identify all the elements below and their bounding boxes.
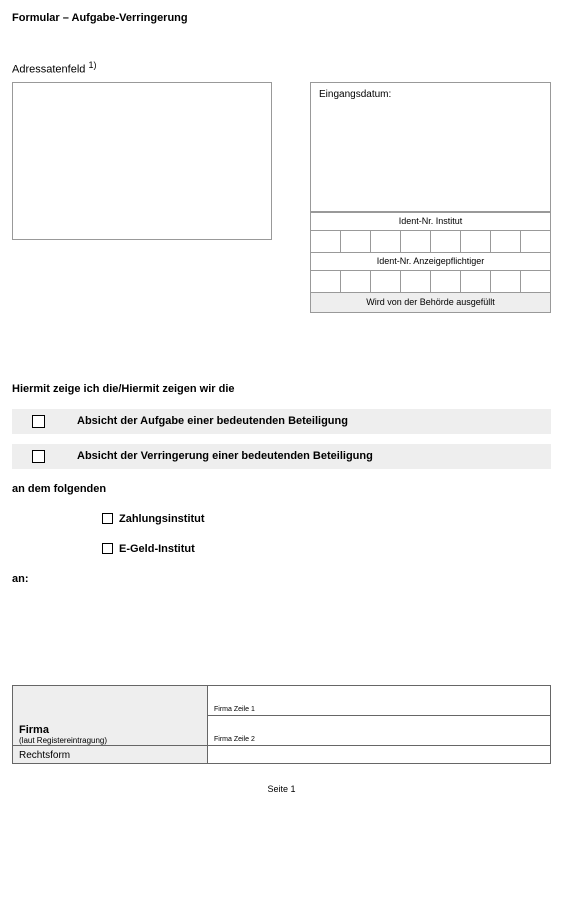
firma-zeile2-hint: Firma Zeile 2 [214,736,255,743]
ident-institut-header: Ident-Nr. Institut [311,212,551,230]
receipt-date-label: Eingangsdatum: [319,89,391,100]
ident-cell[interactable] [371,230,401,252]
addressee-footnote: 1) [88,60,96,70]
ident-cell[interactable] [401,270,431,292]
checkbox-zahlungsinstitut[interactable] [102,513,113,524]
page-number: Seite 1 [12,784,551,794]
declaration-intro: Hiermit zeige ich die/Hiermit zeigen wir… [12,383,551,395]
firma-sublabel: (laut Registereintragung) [19,736,201,745]
rechtsform-input-cell[interactable] [208,745,551,763]
authority-note: Wird von der Behörde ausgefüllt [311,292,551,312]
ident-cell[interactable] [521,230,551,252]
inst-egeld-row: E-Geld-Institut [102,543,551,555]
firma-zeile1-cell[interactable]: Firma Zeile 1 [208,685,551,715]
inst-zahlung-label: Zahlungsinstitut [119,513,205,525]
receipt-date-box[interactable]: Eingangsdatum: [310,82,551,212]
firma-zeile1-hint: Firma Zeile 1 [214,706,255,713]
checkbox-egeld[interactable] [102,543,113,554]
option-aufgabe: Absicht der Aufgabe einer bedeutenden Be… [12,409,551,434]
ident-cell[interactable] [461,270,491,292]
inst-zahlung-row: Zahlungsinstitut [102,513,551,525]
form-title: Formular – Aufgabe-Verringerung [12,12,551,24]
ident-cell[interactable] [341,270,371,292]
option-aufgabe-label: Absicht der Aufgabe einer bedeutenden Be… [77,415,348,427]
ident-cell[interactable] [341,230,371,252]
ident-cell[interactable] [401,230,431,252]
ident-cell[interactable] [311,270,341,292]
ident-cell[interactable] [521,270,551,292]
addressee-label: Adressatenfeld 1) [12,60,551,76]
ident-anzeige-header: Ident-Nr. Anzeigepflichtiger [311,252,551,270]
ident-cell[interactable] [311,230,341,252]
firma-label-cell: Firma (laut Registereintragung) [13,685,208,745]
addressee-box[interactable] [12,82,272,240]
ident-cell[interactable] [461,230,491,252]
inst-egeld-label: E-Geld-Institut [119,543,195,555]
ident-cell[interactable] [491,230,521,252]
top-row: Eingangsdatum: Ident-Nr. Institut Ident-… [12,82,551,313]
ident-cell[interactable] [371,270,401,292]
sub-intro: an dem folgenden [12,483,551,495]
ident-cell[interactable] [431,230,461,252]
checkbox-aufgabe[interactable] [32,415,45,428]
firma-zeile2-cell[interactable]: Firma Zeile 2 [208,715,551,745]
option-verringerung-label: Absicht der Verringerung einer bedeutend… [77,450,373,462]
ident-cell[interactable] [491,270,521,292]
option-verringerung: Absicht der Verringerung einer bedeutend… [12,444,551,469]
addressee-label-text: Adressatenfeld [12,64,85,76]
ident-institut-table: Ident-Nr. Institut Ident-Nr. Anzeigepfli… [310,212,551,313]
rechtsform-label-cell: Rechtsform [13,745,208,763]
checkbox-verringerung[interactable] [32,450,45,463]
authority-column: Eingangsdatum: Ident-Nr. Institut Ident-… [310,82,551,313]
firma-label: Firma [19,724,201,736]
ident-cell[interactable] [431,270,461,292]
firma-table: Firma (laut Registereintragung) Firma Ze… [12,685,551,764]
an-label: an: [12,573,551,585]
